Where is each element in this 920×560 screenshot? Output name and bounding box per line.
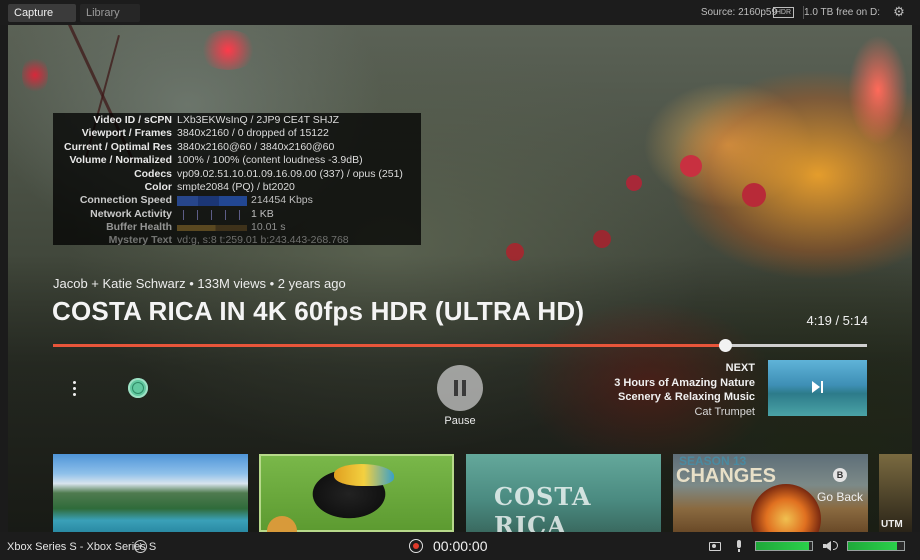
pause-icon [462, 380, 466, 396]
stats-value: 3840x2160@60 / 3840x2160@60 [177, 140, 335, 153]
stats-row: Network Activity 1 KB [53, 208, 421, 221]
thumbnail-text: UTM [881, 519, 903, 530]
stats-value: 100% / 100% (content loudness -3.9dB) [177, 154, 363, 167]
flower-decoration [848, 35, 908, 145]
pause-icon [454, 380, 458, 396]
volume-level-fill [848, 542, 898, 550]
stats-label: Mystery Text [108, 234, 172, 246]
connection-graph [177, 196, 247, 207]
skip-bar [821, 381, 823, 393]
stats-row: Current / Optimal Res 3840x2160@60 / 384… [53, 141, 421, 154]
next-title-line1: 3 Hours of Amazing Nature [614, 376, 755, 389]
stats-value: 214454 Kbps [251, 194, 313, 207]
network-graph [177, 209, 247, 220]
thumbnail-mountain-lake[interactable] [53, 454, 248, 532]
stats-row: Color smpte2084 (PQ) / bt2020 [53, 181, 421, 194]
stats-label: Connection Speed [79, 194, 172, 207]
stats-value: 1 KB [251, 207, 274, 220]
berry-decoration [626, 175, 642, 191]
stats-label: Color [144, 181, 172, 193]
stats-label: Current / Optimal Res [64, 140, 172, 153]
record-button[interactable] [409, 539, 423, 553]
next-video-thumbnail[interactable] [768, 360, 867, 416]
thumbnail-partial[interactable]: UTM [879, 454, 912, 532]
next-channel: Cat Trumpet [694, 405, 755, 418]
more-options-icon[interactable] [70, 381, 78, 399]
record-timer: 00:00:00 [433, 538, 488, 554]
stats-value: vd:g, s:8 t:259.01 b:243.443-268.768 [177, 234, 349, 246]
bottom-bar: Xbox Series S - Xbox Series S i 00:00:00 [0, 532, 920, 560]
pause-label: Pause [444, 415, 476, 427]
go-back-button[interactable]: Go Back [817, 490, 863, 504]
playback-time: 4:19 / 5:14 [806, 313, 868, 328]
microphone-icon[interactable] [737, 540, 741, 552]
next-title-line2: Scenery & Relaxing Music [618, 391, 755, 403]
globe-icon[interactable] [128, 378, 148, 398]
stats-label: Buffer Health [106, 221, 172, 234]
disk-space: 1.0 TB free on D: [804, 7, 880, 18]
badge-decoration [267, 516, 297, 532]
hdr-badge: HDR [772, 7, 794, 18]
stats-row: Volume / Normalized 100% / 100% (content… [53, 154, 421, 167]
gear-icon[interactable]: ⚙ [892, 5, 906, 19]
mic-level-fill [756, 542, 810, 550]
stats-value: LXb3EKWsInQ / 2JP9 CE4T SHJZ [177, 114, 340, 126]
berry-decoration [593, 230, 611, 248]
stats-label: Codecs [134, 167, 172, 180]
stats-value: 3840x2160 / 0 dropped of 15122 [177, 127, 329, 140]
stats-label: Video ID / sCPN [93, 114, 172, 126]
stats-value: smpte2084 (PQ) / bt2020 [177, 181, 295, 193]
video-preview[interactable]: Video ID / sCPN LXb3EKWsInQ / 2JP9 CE4T … [8, 25, 912, 532]
flower-decoration [22, 55, 48, 95]
tab-library[interactable]: Library [80, 4, 140, 35]
toucan-beak [334, 464, 394, 486]
mic-level-meter[interactable] [755, 541, 813, 551]
play-next-icon [812, 381, 820, 393]
stats-value: 10.01 s [251, 221, 286, 234]
top-bar: Capture Library Source: 2160p59 HDR 1.0 … [0, 0, 920, 35]
berry-decoration [680, 155, 702, 177]
stats-row: Viewport / Frames 3840x2160 / 0 dropped … [53, 127, 421, 140]
source-resolution: Source: 2160p59 [700, 7, 777, 18]
orb-decoration [751, 484, 821, 532]
camera-icon[interactable] [709, 542, 721, 551]
video-title: COSTA RICA IN 4K 60fps HDR (ULTRA HD) [52, 296, 585, 326]
stats-label: Viewport / Frames [81, 127, 172, 140]
progress-handle[interactable] [718, 339, 732, 352]
thumbnail-costa-rica[interactable]: COSTA RICA [466, 454, 661, 532]
flower-decoration [198, 30, 258, 70]
channel-info: Jacob + Katie Schwarz • 133M views • 2 y… [53, 276, 346, 291]
stats-row: Mystery Text vd:g, s:8 t:259.01 b:243.44… [53, 234, 421, 247]
tab-capture-label: Capture [14, 7, 54, 19]
tab-capture[interactable]: Capture [8, 4, 76, 35]
speaker-icon[interactable] [823, 541, 838, 551]
berry-decoration [742, 183, 766, 207]
stats-value: vp09.02.51.10.01.09.16.09.00 (337) / opu… [177, 167, 403, 180]
stats-row: Video ID / sCPN LXb3EKWsInQ / 2JP9 CE4T … [53, 114, 421, 127]
progress-bar[interactable] [53, 339, 867, 352]
next-video-info[interactable]: NEXT 3 Hours of Amazing Nature Scenery &… [614, 361, 755, 419]
stats-panel: Video ID / sCPN LXb3EKWsInQ / 2JP9 CE4T … [53, 113, 421, 247]
thumbnail-text: CHANGES [676, 465, 777, 487]
stats-row: Buffer Health 10.01 s [53, 221, 421, 234]
stats-label: Network Activity [90, 207, 172, 220]
progress-fill [53, 344, 725, 347]
volume-meter[interactable] [847, 541, 905, 551]
next-label: NEXT [725, 362, 755, 374]
tab-library-label: Library [86, 7, 120, 19]
thumbnail-text: COSTA RICA [494, 482, 592, 532]
b-button-icon: B [833, 468, 847, 482]
thumbnail-toucan[interactable] [259, 454, 454, 532]
pause-button[interactable] [437, 365, 483, 411]
buffer-graph [177, 225, 247, 232]
stats-row: Connection Speed 214454 Kbps [53, 194, 421, 207]
stats-row: Codecs vp09.02.51.10.01.09.16.09.00 (337… [53, 168, 421, 181]
info-icon[interactable]: i [134, 540, 147, 553]
stats-label: Volume / Normalized [69, 154, 173, 167]
